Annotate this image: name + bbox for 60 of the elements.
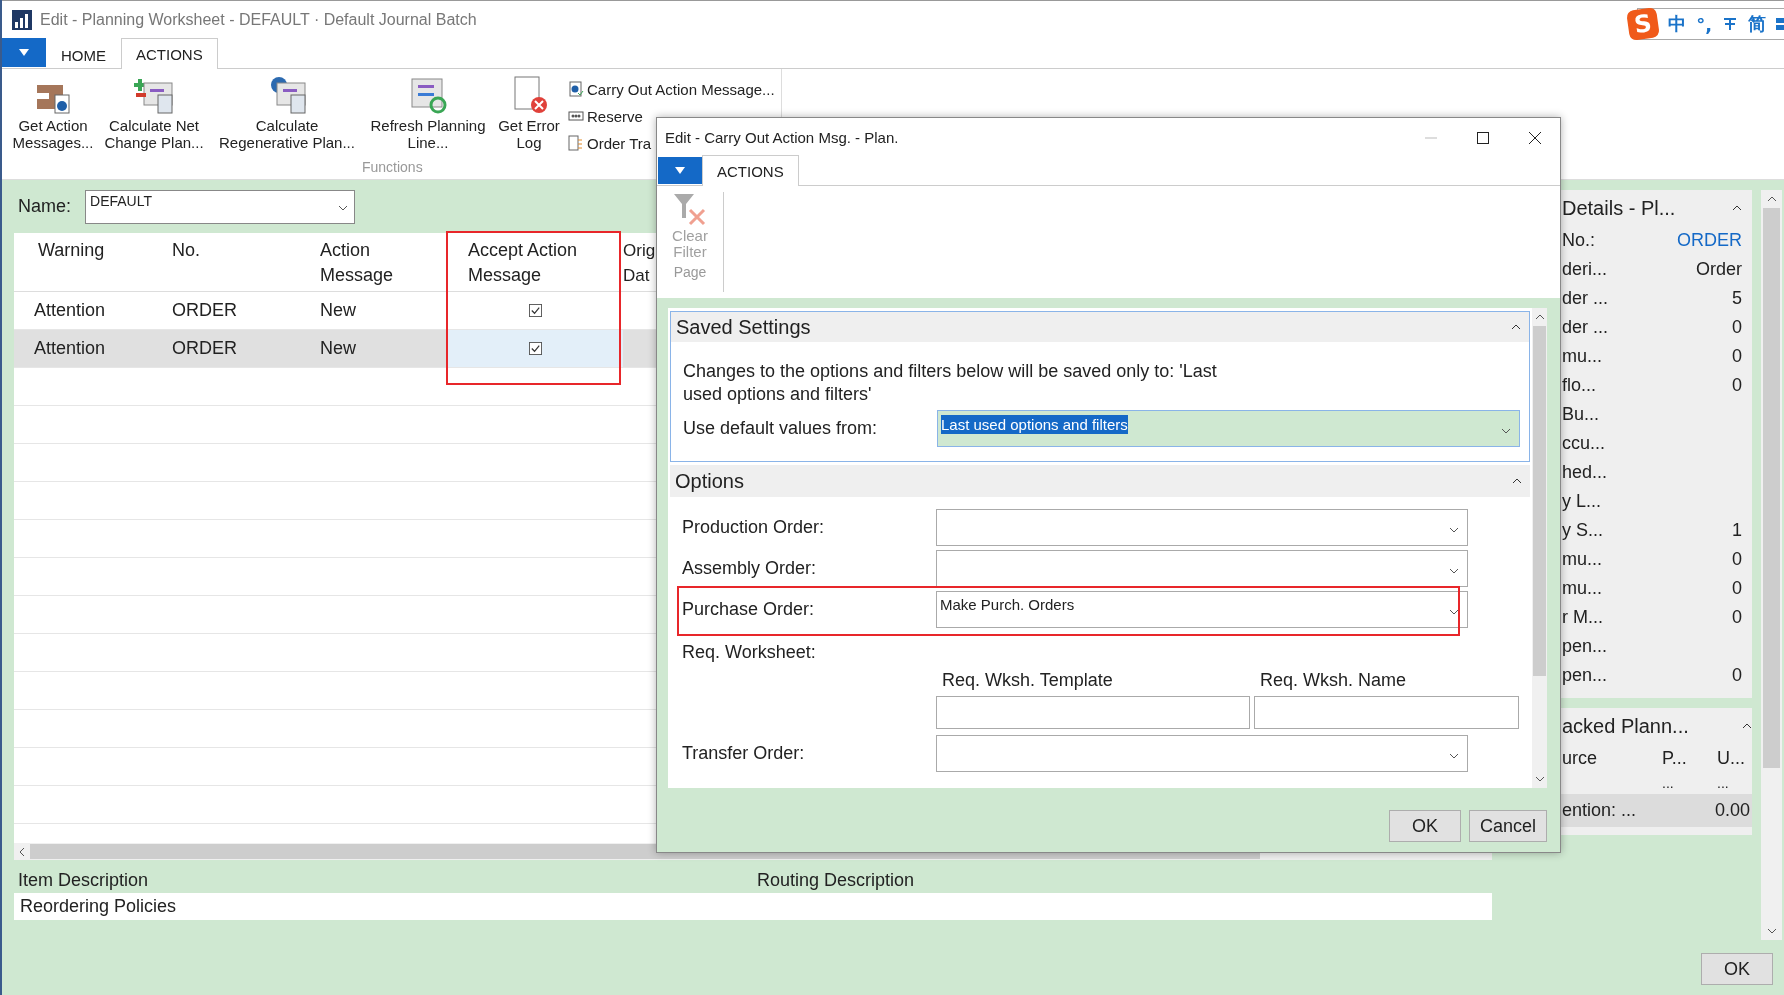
column-header: Req. Wksh. Name (1259, 670, 1408, 692)
section-title: Saved Settings (676, 315, 811, 339)
field-label: y L... (1562, 491, 1601, 512)
field-label: mu... (1562, 346, 1602, 367)
total-label: ention: ... (1562, 800, 1637, 821)
dialog-title: Edit - Carry Out Action Msg. - Plan. (665, 129, 899, 146)
field-label: Use default values from: (683, 418, 879, 439)
saved-settings-note: Changes to the options and filters below will be saved only to: 'Last used options and filters' (683, 360, 1218, 406)
field-label: r M... (1562, 607, 1603, 628)
field-label: mu... (1562, 578, 1602, 599)
item-description-bar: Reordering Policies (14, 893, 1492, 920)
table-cell-text: New (319, 338, 357, 359)
table-cell-text: ... (1662, 775, 1675, 791)
field-label: Bu... (1562, 404, 1600, 425)
item-description-label: Item Description (18, 870, 149, 891)
factbox-title: acked Plann... (1562, 714, 1689, 738)
column-header: urce (1562, 747, 1598, 769)
field-value: Order (1696, 259, 1742, 280)
ribbon-group-label: Page (673, 264, 707, 280)
field-value: 1 (1732, 520, 1742, 541)
routing-description-label: Routing Description (757, 870, 915, 891)
field-label: deri... (1562, 259, 1608, 280)
table-cell-text: ... (1717, 775, 1730, 791)
field-label: mu... (1562, 549, 1602, 570)
field-label: pen... (1562, 665, 1608, 686)
field-label: Req. Worksheet: (682, 642, 817, 664)
table-cell-text: Attention (33, 300, 107, 321)
field-label: der ... (1562, 288, 1609, 309)
field-label: Assembly Order: (682, 558, 818, 579)
table-cell-text: ORDER (171, 338, 238, 359)
field-value: 0 (1732, 346, 1742, 367)
window-title: Edit - Planning Worksheet - DEFAULT · Default Journal Batch (40, 10, 477, 29)
field-label: flo... (1562, 375, 1596, 396)
column-header: Req. Wksh. Template (941, 670, 1114, 692)
column-header: P... (1662, 747, 1688, 769)
name-label: Name: (18, 196, 71, 217)
field-value: 0 (1732, 578, 1742, 599)
field-label: pen... (1562, 636, 1608, 657)
field-label: Production Order: (682, 517, 826, 538)
field-label: No.: (1562, 230, 1595, 251)
field-label: hed... (1562, 462, 1608, 483)
field-label: ccu... (1562, 433, 1605, 454)
field-value: 0 (1732, 665, 1742, 686)
field-value: 0 (1732, 375, 1742, 396)
field-label: der ... (1562, 317, 1609, 338)
field-value: 0 (1732, 317, 1742, 338)
column-header: U... (1717, 747, 1746, 769)
field-label: y S... (1562, 520, 1603, 541)
total-value: 0.00 (1714, 800, 1750, 821)
field-value: 0 (1732, 549, 1742, 570)
factbox-title: Details - Pl... (1562, 196, 1676, 220)
table-cell-text: ORDER (171, 300, 238, 321)
field-value: 5 (1732, 288, 1742, 309)
ribbon-group-label: Functions (361, 159, 423, 175)
field-label: Purchase Order: (682, 599, 816, 620)
table-cell-text: Attention (33, 338, 107, 359)
table-cell-text: New (319, 300, 357, 321)
section-title: Options (675, 469, 744, 493)
field-value: 0 (1732, 607, 1742, 628)
field-label: Transfer Order: (682, 743, 806, 764)
